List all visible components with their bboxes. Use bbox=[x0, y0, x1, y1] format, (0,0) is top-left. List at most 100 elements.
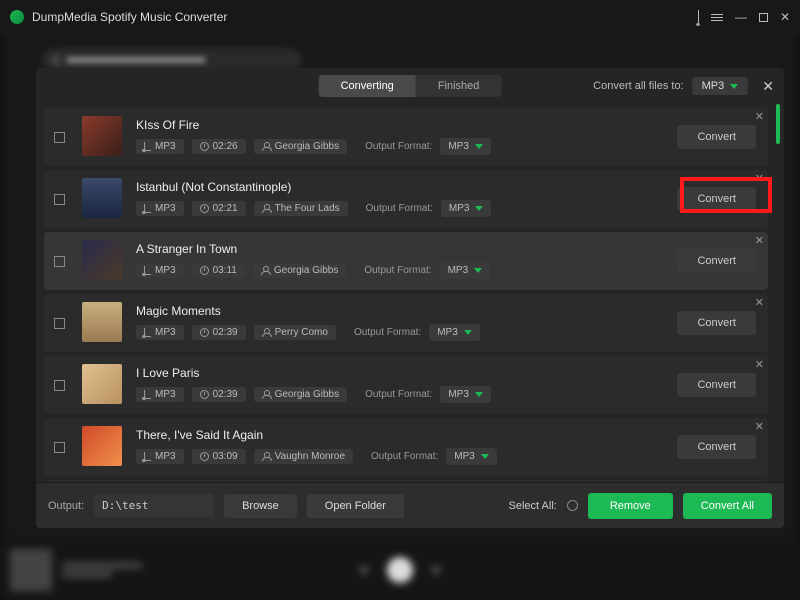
chevron-down-icon bbox=[464, 330, 472, 335]
note-icon bbox=[144, 142, 151, 151]
note-icon bbox=[144, 390, 151, 399]
album-cover bbox=[82, 426, 122, 466]
track-title: A Stranger In Town bbox=[136, 242, 758, 256]
track-row[interactable]: A Stranger In Town MP3 03:11 Georgia Gibbs O… bbox=[44, 232, 768, 290]
output-format-label: Output Format: bbox=[364, 265, 431, 276]
convert-button[interactable]: Convert bbox=[677, 435, 756, 459]
duration-chip: 02:21 bbox=[192, 201, 246, 216]
duration-chip: 02:39 bbox=[192, 325, 246, 340]
scrollbar-thumb[interactable] bbox=[776, 104, 780, 144]
track-row[interactable]: There, I've Said It AgainMP303:09Vaughn … bbox=[44, 418, 768, 476]
chevron-down-icon bbox=[481, 454, 489, 459]
remove-track-button[interactable]: ✕ bbox=[755, 110, 764, 123]
clock-icon bbox=[200, 452, 209, 461]
remove-track-button[interactable]: ✕ bbox=[755, 296, 764, 309]
tab-finished[interactable]: Finished bbox=[416, 75, 502, 97]
track-checkbox[interactable] bbox=[54, 256, 65, 267]
close-window-button[interactable]: ✕ bbox=[780, 10, 790, 24]
track-checkbox[interactable] bbox=[54, 132, 65, 143]
convert-button[interactable]: Convert bbox=[677, 125, 756, 149]
background-player bbox=[0, 540, 800, 600]
clock-icon bbox=[200, 266, 209, 275]
remove-button[interactable]: Remove bbox=[588, 493, 673, 519]
chevron-down-icon bbox=[475, 206, 483, 211]
album-cover bbox=[82, 302, 122, 342]
open-folder-button[interactable]: Open Folder bbox=[307, 494, 404, 518]
album-cover bbox=[82, 116, 122, 156]
menu-icon[interactable] bbox=[711, 14, 723, 21]
source-format-chip: MP3 bbox=[136, 387, 184, 402]
output-format-select[interactable]: MP3 bbox=[446, 448, 497, 465]
album-cover bbox=[82, 240, 122, 280]
track-row[interactable]: KIss Of FireMP302:26Georgia GibbsOutput … bbox=[44, 108, 768, 166]
tab-bar: Converting Finished bbox=[319, 75, 502, 97]
user-icon bbox=[262, 142, 271, 151]
output-format-select[interactable]: MP3 bbox=[441, 200, 492, 217]
clock-icon bbox=[200, 328, 209, 337]
duration-chip: 03:11 bbox=[192, 263, 245, 278]
select-all-toggle[interactable] bbox=[567, 500, 578, 511]
browse-button[interactable]: Browse bbox=[224, 494, 297, 518]
output-format-label: Output Format: bbox=[354, 327, 421, 338]
select-all-label: Select All: bbox=[509, 500, 557, 512]
output-path-input[interactable] bbox=[94, 494, 214, 517]
titlebar: DumpMedia Spotify Music Converter — ✕ bbox=[0, 0, 800, 34]
chevron-down-icon bbox=[475, 144, 483, 149]
track-row[interactable]: Istanbul (Not Constantinople) MP3 02:21 The… bbox=[44, 170, 768, 228]
tab-converting[interactable]: Converting bbox=[319, 75, 416, 97]
track-list: KIss Of Fire MP3 02:26 Georgia Gibbs Output … bbox=[36, 104, 784, 482]
remove-track-button[interactable]: ✕ bbox=[755, 358, 764, 371]
remove-track-button[interactable]: ✕ bbox=[755, 172, 764, 185]
output-format-select[interactable]: MP3 bbox=[440, 138, 491, 155]
track-checkbox[interactable] bbox=[54, 380, 65, 391]
track-checkbox[interactable] bbox=[54, 318, 65, 329]
track-checkbox[interactable] bbox=[54, 194, 65, 205]
track-title: Magic Moments bbox=[136, 304, 758, 318]
source-format-chip: MP3 bbox=[136, 449, 184, 464]
remove-track-button[interactable]: ✕ bbox=[755, 420, 764, 433]
output-format-select[interactable]: MP3 bbox=[440, 262, 491, 279]
convert-all-button[interactable]: Convert All bbox=[683, 493, 772, 519]
note-icon bbox=[144, 266, 151, 275]
footer-bar: Output: Browse Open Folder Select All: R… bbox=[36, 482, 784, 528]
convert-button[interactable]: Convert bbox=[677, 311, 756, 335]
chevron-down-icon bbox=[730, 84, 738, 89]
convert-button[interactable]: Convert bbox=[677, 187, 756, 211]
close-modal-button[interactable]: ✕ bbox=[762, 78, 774, 95]
source-format-chip: MP3 bbox=[136, 139, 184, 154]
track-title: Istanbul (Not Constantinople) bbox=[136, 180, 758, 194]
duration-chip: 02:26 bbox=[192, 139, 246, 154]
note-icon bbox=[144, 452, 151, 461]
track-row[interactable]: If I Knew You Were Comin' I'd've Baked a… bbox=[44, 480, 768, 482]
track-row[interactable]: I Love ParisMP302:39Georgia GibbsOutput … bbox=[44, 356, 768, 414]
remove-track-button[interactable]: ✕ bbox=[755, 234, 764, 247]
track-row[interactable]: Magic MomentsMP302:39Perry ComoOutput Fo… bbox=[44, 294, 768, 352]
converter-modal: Converting Finished Convert all files to… bbox=[36, 68, 784, 528]
clock-icon bbox=[200, 204, 209, 213]
music-icon[interactable] bbox=[698, 10, 699, 24]
maximize-button[interactable] bbox=[759, 13, 768, 22]
artist-chip: Georgia Gibbs bbox=[253, 263, 346, 278]
convert-button[interactable]: Convert bbox=[677, 373, 756, 397]
output-format-label: Output Format: bbox=[365, 389, 432, 400]
note-icon bbox=[144, 204, 151, 213]
user-icon bbox=[262, 204, 271, 213]
source-format-chip: MP3 bbox=[136, 325, 184, 340]
clock-icon bbox=[200, 142, 209, 151]
clock-icon bbox=[200, 390, 209, 399]
chevron-down-icon bbox=[474, 268, 482, 273]
output-format-select[interactable]: MP3 bbox=[429, 324, 480, 341]
convert-all-label: Convert all files to: bbox=[593, 80, 683, 92]
track-title: KIss Of Fire bbox=[136, 118, 758, 132]
track-checkbox[interactable] bbox=[54, 442, 65, 453]
convert-button[interactable]: Convert bbox=[677, 249, 756, 273]
minimize-button[interactable]: — bbox=[735, 10, 747, 24]
output-format-select[interactable]: MP3 bbox=[440, 386, 491, 403]
artist-chip: The Four Lads bbox=[254, 201, 348, 216]
global-format-select[interactable]: MP3 bbox=[692, 77, 749, 95]
user-icon bbox=[262, 328, 271, 337]
app-title: DumpMedia Spotify Music Converter bbox=[32, 10, 227, 24]
album-cover bbox=[82, 364, 122, 404]
output-format-label: Output Format: bbox=[366, 203, 433, 214]
user-icon bbox=[261, 266, 270, 275]
